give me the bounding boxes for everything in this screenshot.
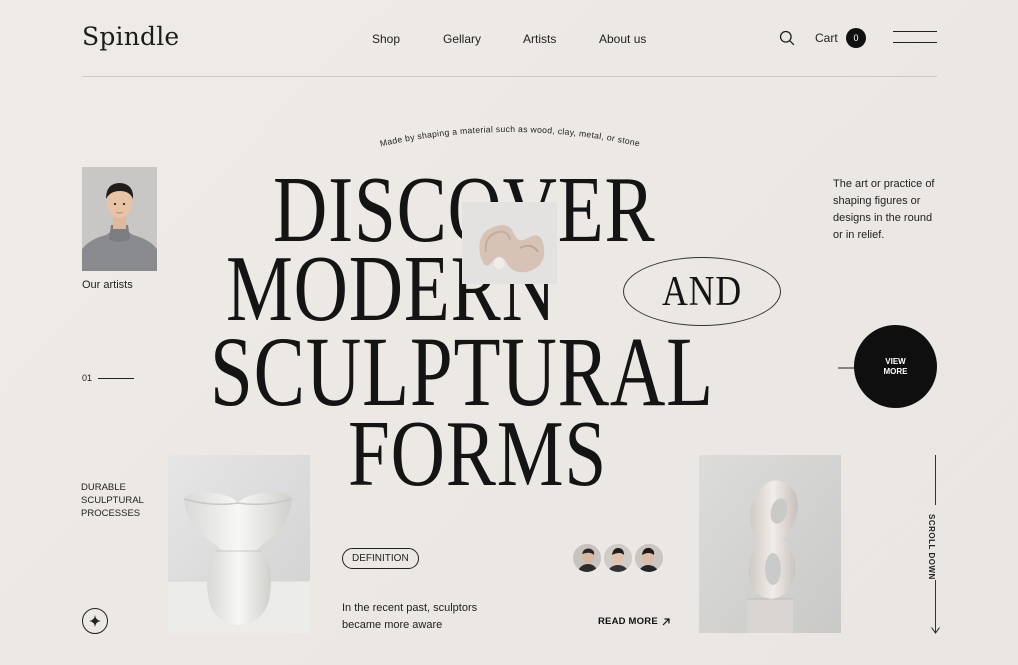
svg-text:Made by shaping a material suc: Made by shaping a material such as wood,… — [379, 124, 641, 148]
search-icon[interactable] — [779, 30, 795, 46]
sparkle-star-icon[interactable] — [82, 608, 108, 634]
nav-gallery[interactable]: Gellary — [443, 32, 481, 46]
avatar[interactable] — [571, 542, 603, 574]
avatar[interactable] — [602, 542, 634, 574]
header-divider — [82, 76, 937, 77]
avatar[interactable] — [633, 542, 665, 574]
heading-and-text: AND — [662, 268, 742, 315]
scroll-down-label[interactable]: SCROLL DOWN — [927, 514, 936, 580]
view-more-button[interactable]: VIEW MORE — [854, 325, 937, 408]
slide-counter-number: 01 — [82, 373, 93, 383]
cart-count-badge[interactable]: 0 — [846, 28, 866, 48]
abstract-sculpture-image[interactable] — [699, 455, 841, 633]
our-artists-label[interactable]: Our artists — [82, 279, 133, 291]
hamburger-menu-icon[interactable] — [893, 29, 937, 45]
view-more-line1: VIEW — [885, 356, 906, 366]
read-more-link[interactable]: READ MORE — [598, 616, 670, 627]
heading-line-forms: FORMS — [348, 402, 607, 506]
definition-pill[interactable]: DEFINITION — [342, 548, 419, 569]
cart-link[interactable]: Cart — [815, 31, 838, 45]
scroll-line-top — [935, 455, 936, 505]
arrow-up-right-icon — [662, 617, 670, 625]
slide-counter-line — [98, 377, 135, 379]
logo[interactable]: Spindle — [82, 22, 179, 51]
curved-caption: Made by shaping a material such as wood,… — [379, 124, 641, 148]
inset-sculpture-image[interactable] — [462, 202, 557, 284]
nav-about-us[interactable]: About us — [599, 32, 646, 46]
nav-shop[interactable]: Shop — [372, 32, 400, 46]
read-more-label: READ MORE — [598, 616, 658, 627]
nav-artists[interactable]: Artists — [523, 32, 556, 46]
scroll-line-bottom — [935, 580, 936, 632]
recent-past-text: In the recent past, sculptors became mor… — [342, 602, 478, 631]
vase-sculpture-image[interactable] — [168, 455, 310, 633]
artist-avatars[interactable] — [571, 542, 671, 576]
artist-portrait[interactable] — [82, 167, 157, 271]
view-more-line2: MORE — [883, 366, 908, 376]
description-text: The art or practice of shaping figures o… — [833, 178, 935, 241]
curved-caption-text: Made by shaping a material such as wood,… — [379, 124, 641, 148]
arrow-down-icon — [931, 627, 940, 634]
slide-counter: 01 — [82, 373, 135, 383]
durable-processes-label: DURABLE SCULPTURAL PROCESSES — [81, 482, 144, 519]
